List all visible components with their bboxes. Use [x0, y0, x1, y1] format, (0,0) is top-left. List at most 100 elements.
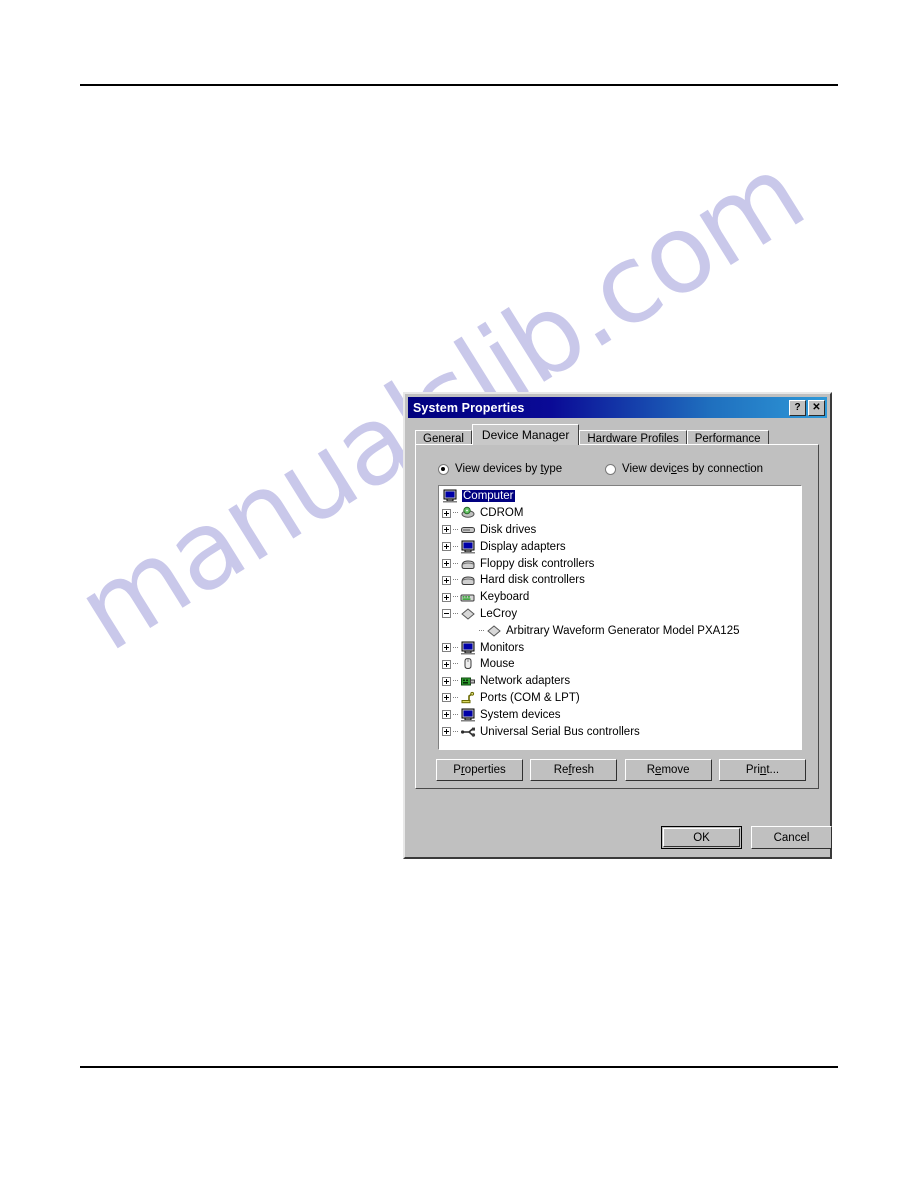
- network-adapter-icon: [460, 674, 476, 688]
- tab-device-manager[interactable]: Device Manager: [471, 424, 580, 445]
- expand-icon[interactable]: [442, 727, 451, 737]
- tree-connector: [453, 528, 458, 531]
- radio-view-by-type[interactable]: View devices by type: [438, 463, 605, 475]
- device-tree-item-label: Computer: [462, 490, 515, 503]
- system-device-icon: [460, 708, 476, 722]
- expand-icon[interactable]: [442, 676, 451, 686]
- remove-button[interactable]: Remove: [624, 759, 712, 781]
- expand-icon[interactable]: [442, 693, 451, 703]
- device-tree-item[interactable]: System devices: [442, 706, 801, 723]
- collapse-icon[interactable]: [442, 609, 451, 619]
- expand-icon[interactable]: [442, 659, 451, 669]
- cancel-button[interactable]: Cancel: [751, 826, 832, 849]
- tree-connector: [453, 579, 458, 581]
- close-icon[interactable]: ✕: [808, 399, 825, 416]
- device-tree-item[interactable]: Disk drives: [442, 522, 801, 539]
- print-button-label: Print...: [745, 764, 780, 776]
- properties-button-label: Properties: [453, 764, 506, 776]
- device-tree-item[interactable]: Display adapters: [442, 538, 801, 555]
- print-button[interactable]: Print...: [718, 759, 806, 781]
- device-tree-item-label: Hard disk controllers: [480, 574, 585, 587]
- device-tree-item-label: Network adapters: [480, 675, 571, 688]
- device-tree-item[interactable]: LeCroy: [442, 606, 801, 623]
- page-footer-rule: [80, 1066, 838, 1068]
- radio-indicator-by-type[interactable]: [438, 463, 449, 475]
- properties-button[interactable]: Properties: [436, 759, 523, 781]
- disk-drive-icon: [460, 523, 476, 537]
- device-manager-tab-page: View devices by type View devices by con…: [415, 444, 819, 789]
- tree-connector: [453, 545, 458, 548]
- expand-icon[interactable]: [442, 592, 451, 602]
- view-options-group: View devices by type View devices by con…: [438, 463, 808, 475]
- device-tree-item-label: Mouse: [480, 658, 515, 671]
- device-tree-item-label: Floppy disk controllers: [480, 557, 595, 570]
- remove-button-label: Remove: [646, 764, 690, 776]
- expand-icon[interactable]: [442, 710, 451, 720]
- device-tree-item[interactable]: Hard disk controllers: [442, 572, 801, 589]
- device-action-buttons: Properties Refresh Remove Print...: [436, 759, 806, 781]
- system-properties-dialog: System Properties ? ✕ General Device Man…: [403, 392, 832, 859]
- refresh-button[interactable]: Refresh: [530, 759, 618, 781]
- ok-button-label: OK: [693, 831, 710, 844]
- help-icon[interactable]: ?: [789, 399, 806, 416]
- tree-connector: [453, 562, 458, 565]
- radio-view-by-type-label: View devices by type: [455, 463, 563, 475]
- tree-connector: [453, 512, 458, 514]
- device-tree-item[interactable]: Keyboard: [442, 589, 801, 606]
- hard-disk-controller-icon: [460, 573, 476, 587]
- port-icon: [460, 691, 476, 705]
- tree-connector: [453, 730, 458, 733]
- radio-view-by-connection-label: View devices by connection: [622, 463, 764, 475]
- device-tree-item[interactable]: Arbitrary Waveform Generator Model PXA12…: [442, 622, 801, 639]
- device-tree-item[interactable]: Network adapters: [442, 673, 801, 690]
- tab-device-manager-label: Device Manager: [481, 428, 570, 442]
- device-tree-item[interactable]: Floppy disk controllers: [442, 555, 801, 572]
- tree-connector: [479, 629, 484, 632]
- device-tree-item-label: Arbitrary Waveform Generator Model PXA12…: [506, 624, 740, 637]
- ok-button[interactable]: OK: [661, 826, 742, 849]
- device-tree-item-label: Keyboard: [480, 591, 530, 604]
- device-tree-item[interactable]: Ports (COM & LPT): [442, 690, 801, 707]
- expand-icon[interactable]: [442, 575, 451, 585]
- device-tree-item-label: Display adapters: [480, 540, 566, 553]
- device-tree-item-label: CDROM: [480, 507, 524, 520]
- expand-icon[interactable]: [442, 559, 451, 569]
- cdrom-icon: [460, 506, 476, 520]
- device-tree-item-label: Monitors: [480, 641, 525, 654]
- tree-connector: [453, 646, 458, 649]
- device-tree-item[interactable]: Computer: [442, 488, 801, 505]
- computer-icon: [442, 489, 458, 503]
- dialog-footer-buttons: OK Cancel: [661, 826, 832, 849]
- floppy-controller-icon: [460, 557, 476, 571]
- keyboard-icon: [460, 590, 476, 604]
- usb-icon: [460, 725, 476, 739]
- tree-connector: [453, 612, 458, 615]
- radio-indicator-by-connection[interactable]: [605, 463, 616, 475]
- dialog-titlebar[interactable]: System Properties ? ✕: [408, 397, 827, 418]
- expand-icon[interactable]: [442, 643, 451, 653]
- radio-view-by-connection[interactable]: View devices by connection: [605, 463, 763, 475]
- expand-icon[interactable]: [442, 542, 451, 552]
- tree-connector: [453, 696, 458, 699]
- device-tree-item[interactable]: Monitors: [442, 639, 801, 656]
- diamond-icon: [460, 607, 476, 621]
- device-tree-item[interactable]: Mouse: [442, 656, 801, 673]
- tree-connector: [453, 596, 458, 598]
- device-tree-item-label: System devices: [480, 708, 561, 721]
- dialog-title: System Properties: [413, 400, 525, 415]
- tree-connector: [453, 713, 458, 716]
- tree-connector: [453, 663, 458, 665]
- device-tree-item-label: Disk drives: [480, 523, 537, 536]
- mouse-icon: [460, 657, 476, 671]
- monitor-icon: [460, 641, 476, 655]
- device-tree-item-label: Universal Serial Bus controllers: [480, 725, 640, 738]
- expand-icon[interactable]: [442, 525, 451, 535]
- device-tree-item-label: Ports (COM & LPT): [480, 691, 580, 704]
- expand-icon[interactable]: [442, 508, 451, 518]
- tab-strip: General Device Manager Hardware Profiles…: [415, 424, 819, 447]
- tree-connector: [453, 680, 458, 682]
- device-tree-item[interactable]: Universal Serial Bus controllers: [442, 723, 801, 740]
- device-tree-item-label: LeCroy: [480, 607, 518, 620]
- device-tree-list[interactable]: Computer CDROM Disk drives Display adapters…: [438, 485, 802, 750]
- device-tree-item[interactable]: CDROM: [442, 505, 801, 522]
